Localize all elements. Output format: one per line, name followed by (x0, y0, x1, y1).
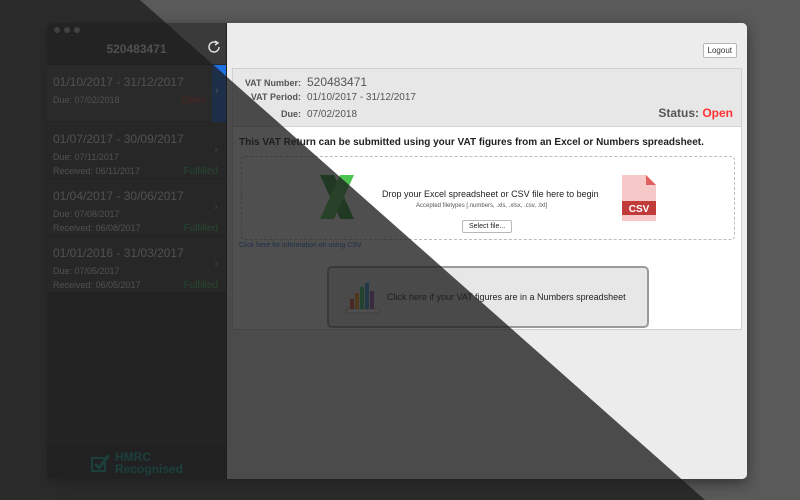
vat-period-label: VAT Period: (250, 92, 301, 102)
sidebar-vat-number: 520483471 (106, 41, 167, 56)
main-content: Logout VAT Number: 520483471 VAT Period:… (228, 23, 747, 479)
accepted-filetypes: Accepted filetypes [.numbers, .xls, .xls… (416, 203, 548, 209)
due-label: Due: (281, 109, 301, 119)
excel-icon (320, 175, 354, 219)
period-item[interactable]: 01/07/2017 - 30/09/2017 Due: 07/11/2017 … (47, 122, 226, 179)
close-window-button[interactable] (54, 27, 60, 33)
csv-file-icon: CSV (622, 175, 656, 221)
period-range: 01/07/2017 - 30/09/2017 (53, 132, 184, 146)
minimize-window-button[interactable] (64, 27, 70, 33)
period-list: 01/10/2017 - 31/12/2017 Due: 07/02/2018 … (47, 65, 226, 293)
chevron-right-icon: › (214, 201, 218, 213)
selected-indicator: › (212, 65, 226, 122)
chevron-right-icon: › (214, 258, 218, 270)
vat-return-panel: VAT Number: 520483471 VAT Period: 01/10/… (232, 68, 742, 330)
refresh-icon[interactable] (206, 39, 222, 55)
sidebar: 520483471 01/10/2017 - 31/12/2017 Due: 0… (47, 23, 227, 479)
period-range: 01/01/2016 - 31/03/2017 (53, 246, 184, 260)
instruction-text: This VAT Return can be submitted using y… (239, 137, 704, 148)
period-due: Due: 07/05/2017 (53, 266, 120, 276)
status-line: Status: Open (658, 106, 733, 120)
period-due: Due: 07/02/2018 (53, 95, 120, 105)
logout-button[interactable]: Logout (702, 43, 737, 58)
period-item[interactable]: 01/10/2017 - 31/12/2017 Due: 07/02/2018 … (47, 65, 226, 122)
vat-number-value: 520483471 (307, 75, 368, 89)
period-status: Fulfilled (183, 166, 218, 177)
csv-icon-text: CSV (629, 204, 650, 215)
period-received: Received: 06/05/2017 (53, 280, 141, 290)
period-due: Due: 07/11/2017 (53, 152, 119, 162)
period-status: Fulfilled (183, 280, 218, 291)
period-item[interactable]: 01/01/2016 - 31/03/2017 Due: 07/05/2017 … (47, 236, 226, 293)
vat-period-value: 01/10/2017 - 31/12/2017 (307, 92, 416, 103)
period-received: Received: 06/08/2017 (53, 223, 141, 233)
numbers-spreadsheet-button[interactable]: Click here if your VAT figures are in a … (327, 266, 649, 328)
vat-info-header: VAT Number: 520483471 VAT Period: 01/10/… (233, 69, 741, 127)
csv-info-link[interactable]: Click here for information on using CSV (239, 242, 741, 249)
period-range: 01/04/2017 - 30/06/2017 (53, 189, 184, 203)
period-range: 01/10/2017 - 31/12/2017 (53, 75, 184, 89)
vat-number-label: VAT Number: (244, 78, 301, 88)
period-status: Fulfilled (183, 223, 218, 234)
hmrc-recognised-badge: HMRC Recognised (47, 446, 227, 479)
status-value: Open (702, 106, 733, 120)
file-drop-zone[interactable]: Drop your Excel spreadsheet or CSV file … (241, 156, 735, 240)
due-value: 07/02/2018 (307, 109, 358, 120)
period-received: Received: 06/11/2017 (53, 166, 140, 176)
period-due: Due: 07/08/2017 (53, 209, 120, 219)
window-controls[interactable] (54, 27, 80, 33)
hmrc-badge-line2: Recognised (114, 461, 183, 476)
chevron-right-icon: › (215, 85, 219, 97)
numbers-chart-icon (346, 283, 380, 314)
checkbox-tick-icon (90, 453, 111, 472)
zoom-window-button[interactable] (74, 27, 80, 33)
status-label: Status: (658, 106, 699, 120)
select-file-button[interactable]: Select file... (462, 220, 513, 233)
hmrc-badge-line1: HMRC (114, 449, 151, 464)
period-status: Open (181, 95, 206, 106)
period-item[interactable]: 01/04/2017 - 30/06/2017 Due: 07/08/2017 … (47, 179, 226, 236)
app-window: 520483471 01/10/2017 - 31/12/2017 Due: 0… (47, 23, 747, 479)
chevron-right-icon: › (214, 144, 218, 156)
drop-instruction: Drop your Excel spreadsheet or CSV file … (382, 189, 599, 199)
numbers-button-label: Click here if your VAT figures are in a … (387, 292, 626, 302)
